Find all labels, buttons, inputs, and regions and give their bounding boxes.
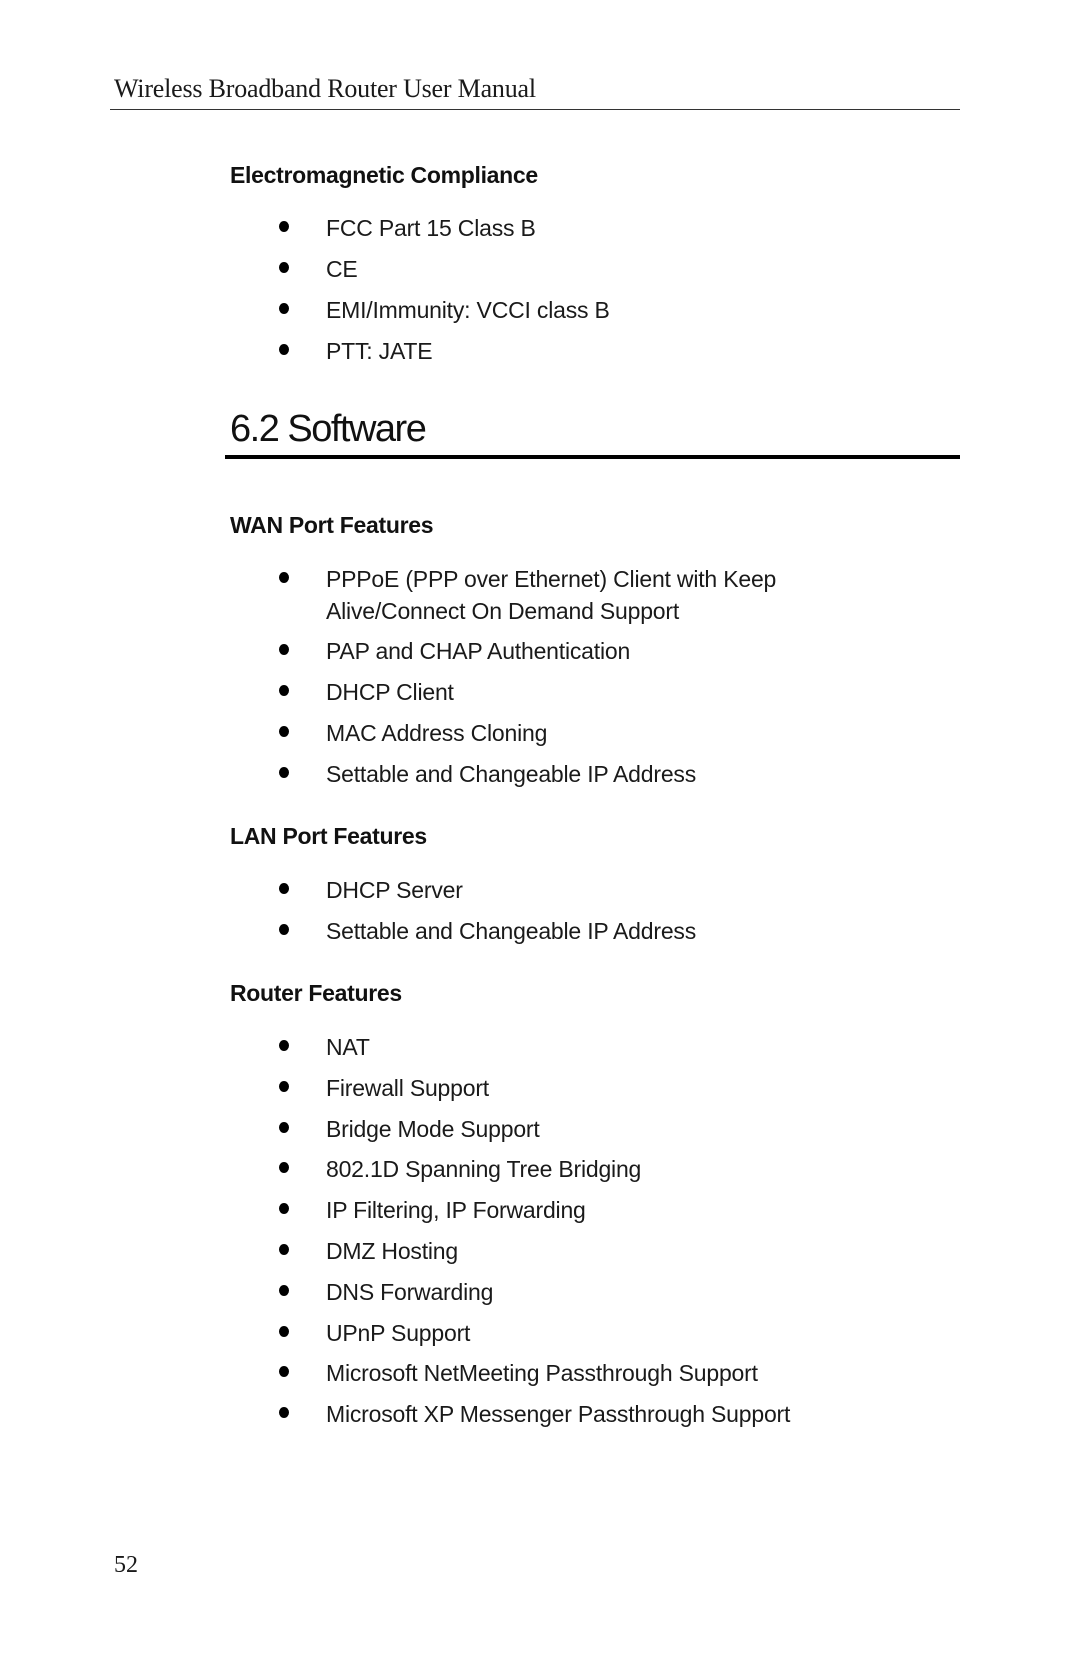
list-item-text: PTT: JATE [326,338,433,364]
router-list: NAT Firewall Support Bridge Mode Support… [230,1031,950,1439]
list-item-text: Bridge Mode Support [326,1115,540,1142]
header-rule [110,109,960,110]
list-item: PPPoE (PPP over Ethernet) Client with Ke… [230,563,850,635]
list-item-text: UPnP Support [326,1319,471,1346]
list-item-text: DHCP Client [326,679,454,705]
list-item: FCC Part 15 Class B [230,212,930,253]
bullet-icon [279,1284,289,1296]
list-item-text: Settable and Changeable IP Address [326,918,697,944]
list-item: UPnP Support [230,1317,950,1358]
list-item: Settable and Changeable IP Address [230,915,930,956]
bullet-icon [279,1121,289,1133]
list-item: DNS Forwarding [230,1276,950,1317]
list-item-text: EMI/Immunity: VCCI class B [326,297,610,323]
bullet-icon [279,883,289,894]
list-item: DHCP Server [230,874,930,915]
list-item: EMI/Immunity: VCCI class B [230,294,930,335]
lan-list: DHCP Server Settable and Changeable IP A… [230,874,930,956]
list-item: 802.1D Spanning Tree Bridging [230,1153,950,1194]
bullet-icon [279,1162,289,1174]
list-item-text: DMZ Hosting [326,1237,458,1264]
bullet-icon [279,1243,289,1255]
bullet-icon [279,1203,289,1215]
bullet-icon [279,572,289,583]
list-item-text: CE [326,256,358,282]
list-item: DHCP Client [230,676,850,717]
list-item-text: Settable and Changeable IP Address [326,761,697,787]
list-item-text: PAP and CHAP Authentication [326,638,631,664]
list-item-text: Firewall Support [326,1074,489,1101]
list-item: Microsoft XP Messenger Passthrough Suppo… [230,1398,950,1439]
bullet-icon [279,1366,289,1378]
list-item-text: MAC Address Cloning [326,720,548,746]
router-heading: Router Features [230,980,402,1006]
bullet-icon [279,644,289,655]
list-item: Microsoft NetMeeting Passthrough Support [230,1357,950,1398]
bullet-icon [279,767,289,778]
bullet-icon [279,303,289,314]
list-item-text: IP Filtering, IP Forwarding [326,1197,586,1224]
list-item: NAT [230,1031,950,1072]
bullet-icon [279,1325,289,1337]
list-item: Bridge Mode Support [230,1113,950,1154]
section-rule [225,455,960,459]
list-item: Firewall Support [230,1072,950,1113]
lan-heading: LAN Port Features [230,823,427,849]
page-number: 52 [114,1552,138,1578]
list-item-text: FCC Part 15 Class B [326,215,536,241]
bullet-icon [279,1407,289,1419]
bullet-icon [279,1080,289,1092]
list-item-text: PPPoE (PPP over Ethernet) Client with Ke… [326,566,777,624]
bullet-icon [279,685,289,696]
list-item-text: 802.1D Spanning Tree Bridging [326,1156,642,1183]
list-item: IP Filtering, IP Forwarding [230,1194,950,1235]
bullet-icon [279,221,289,232]
list-item-text: Microsoft XP Messenger Passthrough Suppo… [326,1401,791,1428]
emc-heading: Electromagnetic Compliance [230,162,538,188]
list-item-text: DHCP Server [326,877,463,903]
section-title: 6.2 Software [230,408,427,450]
bullet-icon [279,1040,289,1051]
bullet-icon [279,262,289,273]
list-item: Settable and Changeable IP Address [230,758,850,799]
list-item: MAC Address Cloning [230,717,850,758]
list-item: DMZ Hosting [230,1235,950,1276]
wan-list: PPPoE (PPP over Ethernet) Client with Ke… [230,563,850,799]
bullet-icon [279,924,289,935]
list-item-text: Microsoft NetMeeting Passthrough Support [326,1360,758,1387]
emc-list: FCC Part 15 Class B CE EMI/Immunity: VCC… [230,212,930,376]
bullet-icon [279,344,289,355]
list-item: CE [230,253,930,294]
list-item-text: NAT [326,1034,370,1060]
list-item: PTT: JATE [230,335,930,376]
wan-heading: WAN Port Features [230,512,434,538]
list-item: PAP and CHAP Authentication [230,635,850,676]
bullet-icon [279,726,289,737]
running-header: Wireless Broadband Router User Manual [114,74,536,103]
list-item-text: DNS Forwarding [326,1278,494,1305]
